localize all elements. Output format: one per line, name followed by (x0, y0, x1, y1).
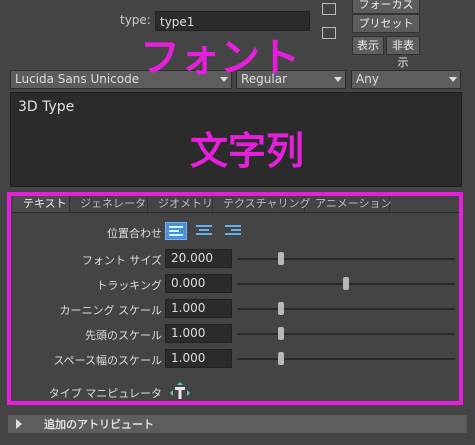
font-family-value: Lucida Sans Unicode (15, 72, 140, 86)
focus-output-icon[interactable] (322, 27, 336, 39)
extra-attributes-label: 追加のアトリビュート (44, 418, 154, 431)
focus-input-icon[interactable] (322, 3, 336, 15)
font-annotation: フォント (140, 35, 300, 81)
chevron-down-icon (331, 71, 345, 88)
expand-arrow-icon[interactable] (16, 419, 22, 429)
text-tab-highlight (7, 192, 463, 405)
writing-system-dropdown[interactable]: Any (351, 70, 461, 89)
show-button[interactable]: 表示 (352, 36, 384, 55)
extra-attributes-section[interactable]: 追加のアトリビュート (8, 415, 467, 433)
writing-system-value: Any (356, 72, 379, 86)
type-node-name-field[interactable]: type1 (155, 11, 310, 31)
type-node-label: type: (120, 13, 151, 27)
presets-button[interactable]: プリセット (352, 14, 420, 33)
string-annotation: 文字列 (190, 129, 305, 173)
chevron-down-icon (446, 71, 460, 88)
hide-button[interactable]: 非表示 (386, 36, 420, 69)
focus-button[interactable]: フォーカス (352, 0, 420, 14)
text-input-value: 3D Type (18, 99, 75, 115)
